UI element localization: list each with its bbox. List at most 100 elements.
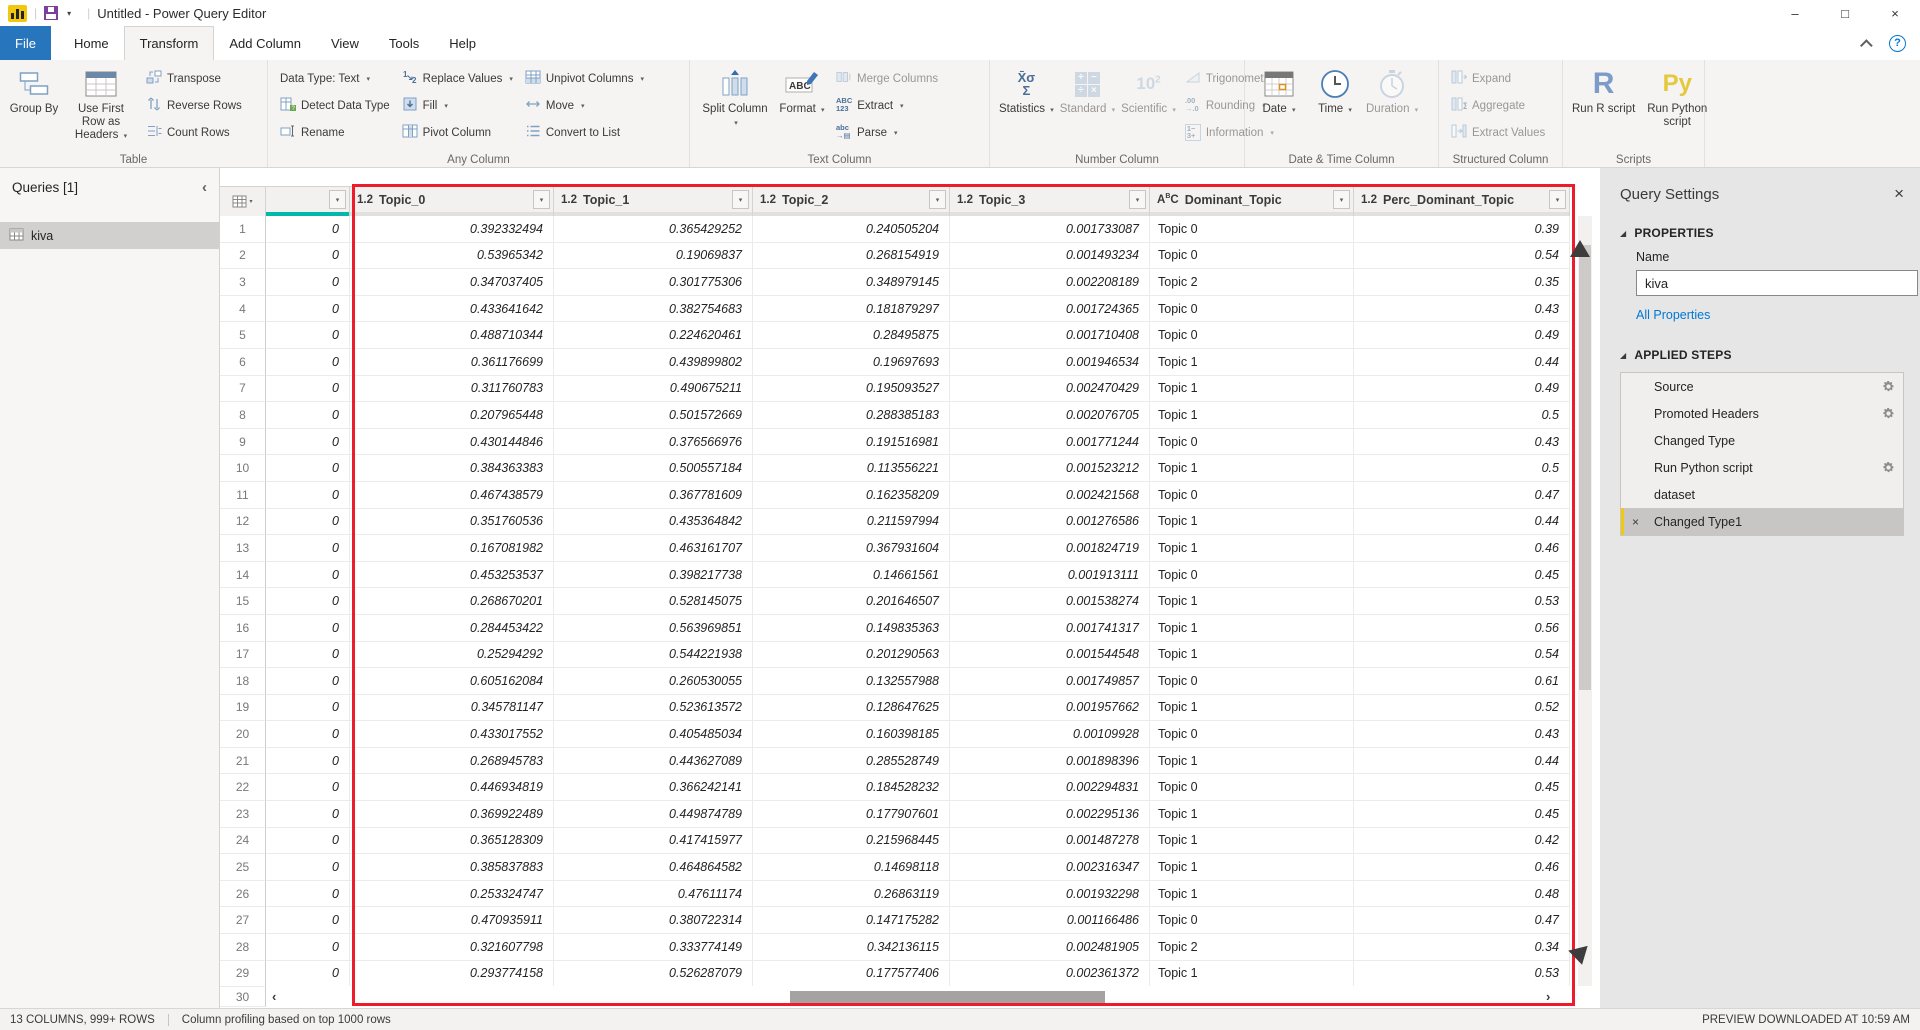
cell-perc[interactable]: 0.47 bbox=[1354, 482, 1570, 509]
cell-dom[interactable]: Topic 0 bbox=[1150, 482, 1354, 509]
cell-topic3[interactable]: 0.001166486 bbox=[950, 907, 1150, 934]
cell-perc[interactable]: 0.42 bbox=[1354, 828, 1570, 855]
cell-topic2[interactable]: 0.181879297 bbox=[753, 296, 950, 323]
cell-topic0[interactable]: 0.207965448 bbox=[350, 402, 554, 429]
cell-topic1[interactable]: 0.405485034 bbox=[554, 721, 753, 748]
scroll-left-icon[interactable]: ‹ bbox=[272, 989, 276, 1004]
cell-topic0[interactable]: 0.446934819 bbox=[350, 774, 554, 801]
cell-perc[interactable]: 0.44 bbox=[1354, 748, 1570, 775]
row-number[interactable]: 17 bbox=[220, 642, 266, 669]
cell-perc[interactable]: 0.5 bbox=[1354, 455, 1570, 482]
row-number[interactable]: 1 bbox=[220, 216, 266, 243]
row-number[interactable]: 21 bbox=[220, 748, 266, 775]
cell-dom[interactable]: Topic 0 bbox=[1150, 243, 1354, 270]
column-header-topic-1[interactable]: 1.2Topic_1▾ bbox=[554, 186, 753, 216]
row-number[interactable]: 25 bbox=[220, 854, 266, 881]
rename-button[interactable]: Rename bbox=[277, 119, 393, 146]
cell-dom[interactable]: Topic 0 bbox=[1150, 296, 1354, 323]
scroll-right-icon[interactable]: › bbox=[1546, 989, 1550, 1004]
row-number[interactable]: 16 bbox=[220, 615, 266, 642]
cell-topic2[interactable]: 0.195093527 bbox=[753, 376, 950, 403]
cell-col0[interactable]: 0 bbox=[266, 402, 350, 429]
cell-topic3[interactable]: 0.002361372 bbox=[950, 961, 1150, 988]
cell-topic0[interactable]: 0.293774158 bbox=[350, 961, 554, 988]
filter-button[interactable]: ▾ bbox=[929, 190, 946, 209]
cell-topic2[interactable]: 0.367931604 bbox=[753, 535, 950, 562]
row-number[interactable]: 3 bbox=[220, 269, 266, 296]
cell-topic0[interactable]: 0.385837883 bbox=[350, 854, 554, 881]
vertical-scrollbar-thumb[interactable] bbox=[1579, 245, 1591, 690]
tab-transform[interactable]: Transform bbox=[124, 26, 215, 60]
row-number[interactable]: 29 bbox=[220, 961, 266, 988]
cell-topic0[interactable]: 0.268670201 bbox=[350, 588, 554, 615]
cell-dom[interactable]: Topic 1 bbox=[1150, 828, 1354, 855]
cell-topic1[interactable]: 0.366242141 bbox=[554, 774, 753, 801]
row-number[interactable]: 24 bbox=[220, 828, 266, 855]
cell-topic0[interactable]: 0.253324747 bbox=[350, 881, 554, 908]
collapse-ribbon-icon[interactable] bbox=[1860, 39, 1873, 52]
cell-topic2[interactable]: 0.14698118 bbox=[753, 854, 950, 881]
cell-topic1[interactable]: 0.464864582 bbox=[554, 854, 753, 881]
cell-topic3[interactable]: 0.001710408 bbox=[950, 322, 1150, 349]
cell-topic1[interactable]: 0.439899802 bbox=[554, 349, 753, 376]
cell-col0[interactable]: 0 bbox=[266, 535, 350, 562]
fill-button[interactable]: Fill▾ bbox=[399, 92, 516, 119]
cell-topic3[interactable]: 0.002470429 bbox=[950, 376, 1150, 403]
row-number[interactable]: 5 bbox=[220, 322, 266, 349]
cell-col0[interactable]: 0 bbox=[266, 243, 350, 270]
cell-topic3[interactable]: 0.002421568 bbox=[950, 482, 1150, 509]
cell-topic3[interactable]: 0.001544548 bbox=[950, 642, 1150, 669]
cell-topic0[interactable]: 0.384363383 bbox=[350, 455, 554, 482]
cell-topic2[interactable]: 0.147175282 bbox=[753, 907, 950, 934]
cell-topic1[interactable]: 0.563969851 bbox=[554, 615, 753, 642]
cell-perc[interactable]: 0.48 bbox=[1354, 881, 1570, 908]
split-column-button[interactable]: Split Column ▾ bbox=[696, 64, 774, 131]
cell-topic0[interactable]: 0.311760783 bbox=[350, 376, 554, 403]
convert-to-list-button[interactable]: Convert to List bbox=[522, 119, 647, 146]
collapse-queries-icon[interactable]: ‹ bbox=[202, 179, 207, 196]
cell-dom[interactable]: Topic 1 bbox=[1150, 402, 1354, 429]
cell-perc[interactable]: 0.45 bbox=[1354, 774, 1570, 801]
minimize-button[interactable]: – bbox=[1770, 0, 1820, 26]
cell-topic0[interactable]: 0.345781147 bbox=[350, 695, 554, 722]
cell-topic3[interactable]: 0.002208189 bbox=[950, 269, 1150, 296]
filter-button[interactable]: ▾ bbox=[1333, 190, 1350, 209]
applied-steps-section-header[interactable]: ◢ APPLIED STEPS bbox=[1620, 348, 1904, 362]
cell-topic1[interactable]: 0.435364842 bbox=[554, 509, 753, 536]
cell-dom[interactable]: Topic 0 bbox=[1150, 668, 1354, 695]
statistics-button[interactable]: X̄σΣStatistics ▾ bbox=[996, 64, 1057, 118]
extract-values-button[interactable]: Extract Values bbox=[1448, 119, 1548, 146]
cell-dom[interactable]: Topic 1 bbox=[1150, 509, 1354, 536]
cell-topic2[interactable]: 0.240505204 bbox=[753, 216, 950, 243]
cell-perc[interactable]: 0.52 bbox=[1354, 695, 1570, 722]
tab-file[interactable]: File bbox=[0, 26, 51, 60]
cell-perc[interactable]: 0.34 bbox=[1354, 934, 1570, 961]
cell-dom[interactable]: Topic 0 bbox=[1150, 216, 1354, 243]
cell-perc[interactable]: 0.53 bbox=[1354, 588, 1570, 615]
vertical-scrollbar[interactable] bbox=[1578, 216, 1592, 986]
cell-col0[interactable]: 0 bbox=[266, 376, 350, 403]
cell-col0[interactable]: 0 bbox=[266, 322, 350, 349]
run-python-script-button[interactable]: PyRun Python script bbox=[1638, 64, 1716, 130]
cell-topic3[interactable]: 0.001957662 bbox=[950, 695, 1150, 722]
cell-col0[interactable]: 0 bbox=[266, 429, 350, 456]
cell-col0[interactable]: 0 bbox=[266, 588, 350, 615]
cell-topic1[interactable]: 0.367781609 bbox=[554, 482, 753, 509]
cell-dom[interactable]: Topic 1 bbox=[1150, 961, 1354, 988]
cell-dom[interactable]: Topic 1 bbox=[1150, 535, 1354, 562]
cell-perc[interactable]: 0.49 bbox=[1354, 376, 1570, 403]
maximize-button[interactable]: □ bbox=[1820, 0, 1870, 26]
cell-topic1[interactable]: 0.333774149 bbox=[554, 934, 753, 961]
applied-step-changed-type[interactable]: Changed Type bbox=[1621, 427, 1903, 454]
cell-topic0[interactable]: 0.369922489 bbox=[350, 801, 554, 828]
cell-col0[interactable]: 0 bbox=[266, 721, 350, 748]
column-header-topic-3[interactable]: 1.2Topic_3▾ bbox=[950, 186, 1150, 216]
cell-topic3[interactable]: 0.001741317 bbox=[950, 615, 1150, 642]
cell-perc[interactable]: 0.45 bbox=[1354, 801, 1570, 828]
cell-topic2[interactable]: 0.149835363 bbox=[753, 615, 950, 642]
applied-step-dataset[interactable]: dataset bbox=[1621, 481, 1903, 508]
cell-topic0[interactable]: 0.321607798 bbox=[350, 934, 554, 961]
cell-topic2[interactable]: 0.132557988 bbox=[753, 668, 950, 695]
row-number[interactable]: 23 bbox=[220, 801, 266, 828]
cell-topic3[interactable]: 0.002076705 bbox=[950, 402, 1150, 429]
